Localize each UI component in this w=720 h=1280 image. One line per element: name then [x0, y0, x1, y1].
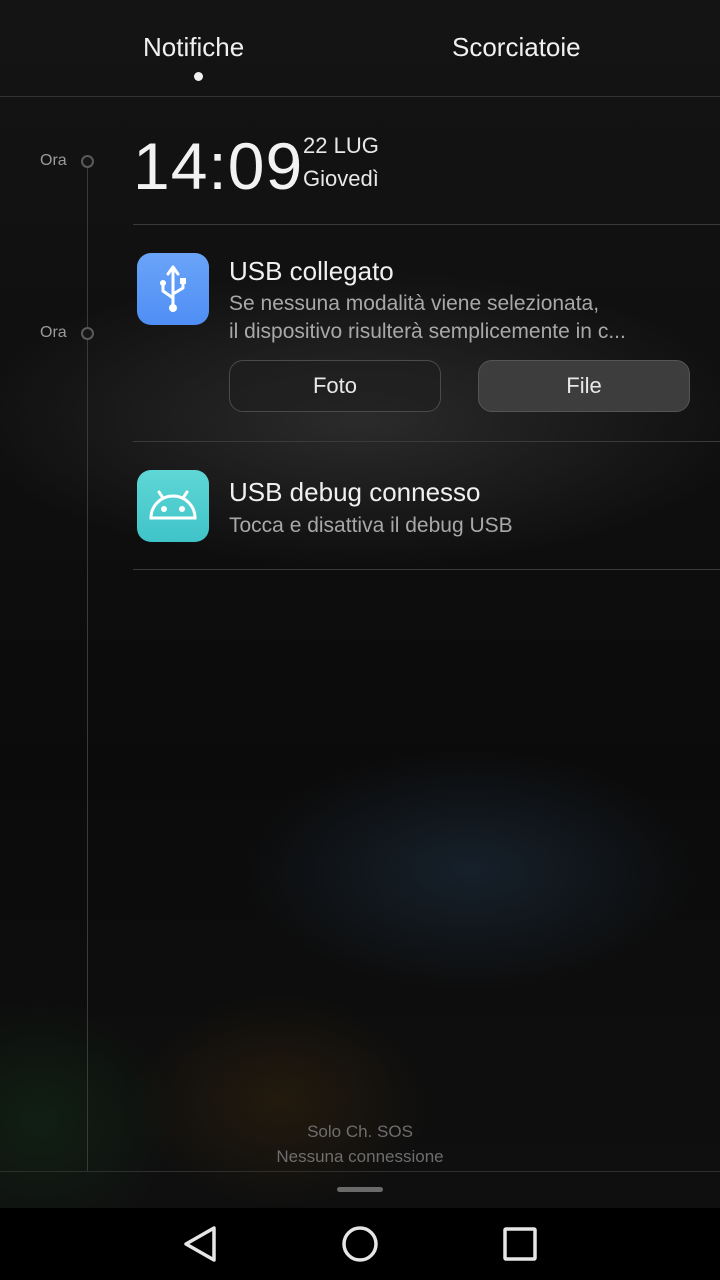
clock-weekday: Giovedì [303, 166, 379, 191]
notification-text: Tocca e disattiva il debug USB [229, 514, 513, 537]
timeline-dot [81, 155, 94, 168]
divider [133, 441, 720, 442]
clock-date: 22 LUG [303, 133, 379, 158]
active-tab-indicator [194, 72, 203, 81]
timeline-label: Ora [40, 152, 67, 169]
timeline-line [87, 162, 88, 1172]
timeline-label: Ora [40, 324, 67, 341]
photo-mode-button[interactable]: Foto [229, 360, 441, 412]
navigation-bar [0, 1208, 720, 1280]
drag-handle[interactable] [337, 1187, 383, 1192]
clock-time: 14:09 [133, 129, 304, 203]
android-icon [137, 470, 209, 542]
back-icon[interactable] [178, 1222, 222, 1266]
notification-title: USB collegato [229, 256, 394, 286]
connection-status: Nessuna connessione [276, 1147, 444, 1166]
timeline-dot [81, 327, 94, 340]
divider [0, 1171, 720, 1172]
divider [133, 569, 720, 570]
tab-notifications[interactable]: Notifiche [143, 32, 244, 63]
recents-icon[interactable] [498, 1222, 542, 1266]
home-icon[interactable] [338, 1222, 382, 1266]
notification-text: Se nessuna modalità viene selezionata, [229, 292, 600, 315]
panel-tabs: Notifiche Scorciatoie [0, 0, 720, 97]
notification-text: il dispositivo risulterà semplicemente i… [229, 320, 626, 343]
file-mode-button[interactable]: File [478, 360, 690, 412]
carrier-status: Solo Ch. SOS [307, 1122, 413, 1141]
divider [133, 224, 720, 225]
usb-icon [137, 253, 209, 325]
tab-shortcuts[interactable]: Scorciatoie [452, 32, 581, 63]
notification-title: USB debug connesso [229, 477, 481, 507]
